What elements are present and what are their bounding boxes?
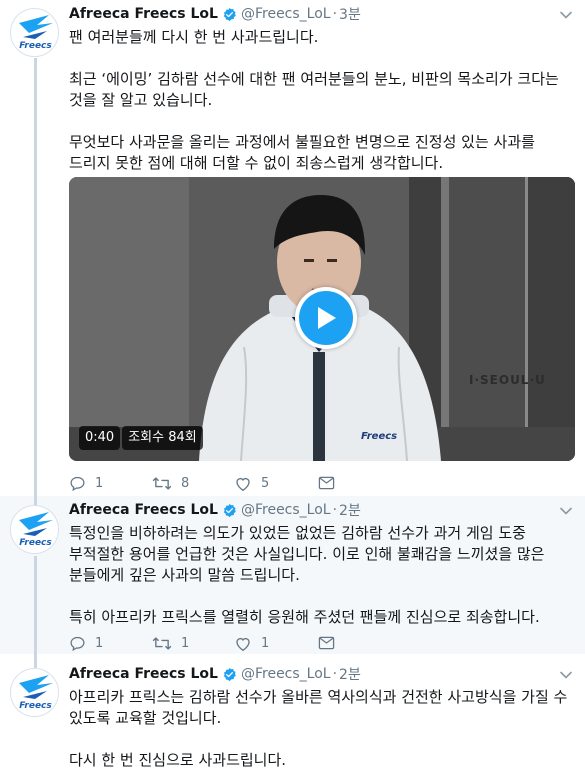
account-handle[interactable]: @Freecs_LoL (241, 502, 331, 518)
tweet-text: 특정인을 비하하려는 의도가 있었든 없었든 김하람 선수가 과거 게임 도중 … (69, 523, 575, 628)
freecs-logo: Freecs (19, 15, 53, 51)
like-button[interactable]: 5 (234, 475, 318, 492)
tweet-3[interactable]: Freecs Afreeca Freecs LoL @Freecs_LoL · … (0, 654, 585, 774)
reply-button[interactable]: 1 (69, 635, 152, 652)
account-name[interactable]: Afreeca Freecs LoL (69, 6, 218, 22)
like-button[interactable]: 1 (234, 635, 318, 652)
tweet-paragraph: 최근 ‘에이밍’ 김하람 선수에 대한 팬 여러분들의 분노, 비판의 목소리가… (69, 70, 559, 109)
freecs-logo: Freecs (19, 675, 53, 711)
tweet-paragraph: 팬 여러분들께 다시 한 번 사과드립니다. (69, 28, 319, 46)
retweet-button[interactable]: 8 (152, 475, 234, 492)
tweet-actions: 1 1 1 (69, 633, 335, 653)
separator-dot: · (332, 6, 338, 22)
play-button[interactable] (295, 287, 357, 349)
tweet-header: Afreeca Freecs LoL @Freecs_LoL · 3분 (69, 4, 361, 24)
tweet-paragraph: 다시 한 번 진심으로 사과드립니다. (69, 751, 287, 769)
tweet-actions: 1 8 5 (69, 473, 335, 493)
tweet-text: 팬 여러분들께 다시 한 번 사과드립니다. 최근 ‘에이밍’ 김하람 선수에 … (69, 27, 575, 174)
thread-line (34, 556, 37, 654)
tweet-header: Afreeca Freecs LoL @Freecs_LoL · 2분 (69, 500, 361, 520)
thread-line (34, 58, 37, 496)
reply-icon (70, 636, 85, 651)
tweet-paragraph: 아프리카 프릭스는 김하람 선수가 올바른 역사의식과 건전한 사고방식을 가질… (69, 688, 568, 727)
tweet-paragraph: 특정인을 비하하려는 의도가 있었든 없었든 김하람 선수가 과거 게임 도중 … (69, 524, 545, 584)
verified-badge-icon (223, 667, 236, 681)
video-duration: 0:40 (79, 426, 121, 450)
retweet-icon (152, 636, 172, 650)
tweet-text: 아프리카 프릭스는 김하람 선수가 올바른 역사의식과 건전한 사고방식을 가질… (69, 687, 575, 771)
reply-button[interactable]: 1 (69, 475, 152, 492)
play-icon (299, 291, 353, 345)
jacket-logo: Freecs (361, 431, 397, 442)
retweet-icon (152, 476, 172, 490)
logo-text: Freecs (19, 538, 52, 548)
separator-dot: · (332, 666, 338, 682)
avatar[interactable]: Freecs (10, 8, 59, 57)
logo-text: Freecs (19, 701, 52, 711)
tweet-1[interactable]: Freecs Afreeca Freecs LoL @Freecs_LoL · … (0, 0, 585, 496)
direct-message-button[interactable] (318, 475, 335, 491)
avatar[interactable]: Freecs (10, 505, 59, 554)
tweet-time[interactable]: 3분 (339, 4, 361, 24)
chevron-down-icon[interactable] (559, 8, 573, 22)
retweet-count: 1 (181, 635, 190, 651)
verified-badge-icon (223, 7, 236, 21)
tweet-paragraph: 특히 아프리카 프릭스를 열렬히 응원해 주셨던 팬들께 진심으로 죄송합니다. (69, 608, 540, 626)
tweet-2[interactable]: Freecs Afreeca Freecs LoL @Freecs_LoL · … (0, 496, 585, 654)
tweet-header: Afreeca Freecs LoL @Freecs_LoL · 2분 (69, 664, 361, 684)
envelope-icon (318, 476, 335, 490)
account-name[interactable]: Afreeca Freecs LoL (69, 666, 218, 682)
heart-icon (236, 637, 250, 651)
account-handle[interactable]: @Freecs_LoL (241, 6, 331, 22)
avatar[interactable]: Freecs (10, 668, 59, 717)
retweet-button[interactable]: 1 (152, 635, 234, 652)
freecs-logo: Freecs (19, 512, 53, 548)
chevron-down-icon[interactable] (559, 668, 573, 682)
verified-badge-icon (223, 503, 236, 517)
separator-dot: · (332, 502, 338, 518)
video-meta: 0:40 조회수 84회 (79, 425, 203, 451)
reply-icon (70, 476, 85, 491)
wall-sign-text: I·SEOUL·U (469, 373, 546, 387)
heart-icon (236, 477, 250, 491)
envelope-icon (318, 636, 335, 650)
direct-message-button[interactable] (318, 635, 335, 651)
video-player[interactable]: Freecs I·SEOUL·U 0:40 조회수 84회 (69, 177, 575, 461)
like-count: 1 (261, 635, 270, 651)
logo-text: Freecs (19, 41, 52, 51)
account-handle[interactable]: @Freecs_LoL (241, 666, 331, 682)
thread-line (34, 654, 37, 668)
video-views: 조회수 84회 (122, 426, 203, 450)
chevron-down-icon[interactable] (559, 504, 573, 518)
tweet-time[interactable]: 2분 (339, 500, 361, 520)
reply-count: 1 (95, 475, 104, 491)
tweet-time[interactable]: 2분 (339, 664, 361, 684)
like-count: 5 (261, 475, 270, 491)
retweet-count: 8 (181, 475, 190, 491)
account-name[interactable]: Afreeca Freecs LoL (69, 502, 218, 518)
tweet-paragraph: 무엇보다 사과문을 올리는 과정에서 불필요한 변명으로 진정성 있는 사과를 … (69, 133, 535, 172)
reply-count: 1 (95, 635, 104, 651)
